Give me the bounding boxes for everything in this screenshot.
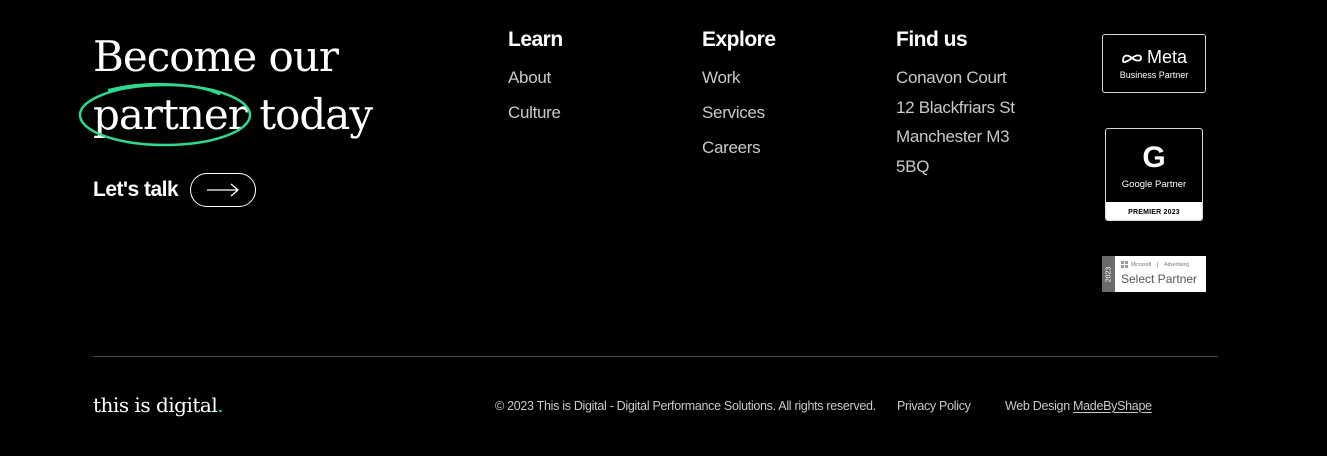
ms-product: Advertising bbox=[1164, 261, 1190, 268]
meta-brand: Meta bbox=[1146, 47, 1188, 67]
find-us-column: Find us Conavon Court 12 Blackfriars St … bbox=[896, 28, 1015, 186]
circled-word: partner bbox=[78, 83, 252, 147]
address-line: Manchester M3 bbox=[896, 127, 1010, 146]
headline-line-2: partner today bbox=[78, 83, 373, 147]
ms-year: 2023 bbox=[1105, 266, 1113, 282]
learn-column: Learn About Culture bbox=[508, 28, 563, 138]
highlight-word: partner bbox=[93, 90, 248, 139]
explore-heading: Explore bbox=[702, 28, 776, 51]
address-line: 5BQ bbox=[896, 156, 930, 176]
ms-brand: Microsoft bbox=[1131, 261, 1152, 268]
microsoft-logo-icon bbox=[1121, 261, 1128, 268]
link-about[interactable]: About bbox=[508, 68, 563, 103]
footer-headline: Become our partner today bbox=[78, 28, 373, 147]
meta-business-partner-badge: Meta Business Partner bbox=[1102, 34, 1206, 93]
google-g-icon: G bbox=[1142, 140, 1166, 174]
link-careers[interactable]: Careers bbox=[702, 138, 776, 173]
meta-logo: Meta bbox=[1121, 47, 1187, 68]
microsoft-select-partner-badge: 2023 Microsoft Advertising Select Partne… bbox=[1102, 256, 1206, 292]
headline-line-2-rest: today bbox=[246, 90, 373, 139]
madebyshape-link[interactable]: MadeByShape bbox=[1073, 399, 1152, 413]
web-design-prefix: Web Design bbox=[1005, 399, 1074, 413]
link-work[interactable]: Work bbox=[702, 68, 776, 103]
link-culture[interactable]: Culture bbox=[508, 103, 563, 138]
privacy-policy-link[interactable]: Privacy Policy bbox=[897, 399, 971, 413]
web-design-credit: Web Design MadeByShape bbox=[1005, 399, 1152, 413]
lets-talk-button[interactable]: Let's talk bbox=[93, 173, 257, 207]
link-services[interactable]: Services bbox=[702, 103, 776, 138]
arrow-right-icon bbox=[190, 173, 257, 207]
ms-partner-name: Select Partner bbox=[1121, 272, 1198, 286]
find-us-heading: Find us bbox=[896, 28, 968, 51]
ms-year-strip: 2023 bbox=[1102, 256, 1115, 292]
headline-line-1: Become our bbox=[93, 32, 339, 81]
meta-subtitle: Business Partner bbox=[1119, 70, 1189, 80]
lets-talk-label: Let's talk bbox=[93, 178, 179, 201]
brand-dot: . bbox=[217, 393, 224, 417]
address-line: 12 Blackfriars St bbox=[896, 97, 1015, 117]
explore-column: Explore Work Services Careers bbox=[702, 28, 776, 173]
learn-heading: Learn bbox=[508, 28, 563, 51]
google-partner-label: Google Partner bbox=[1121, 178, 1187, 190]
brand-name: this is digital bbox=[93, 393, 218, 417]
meta-infinity-icon bbox=[1122, 53, 1142, 63]
google-tier-label: PREMIER 2023 bbox=[1106, 202, 1202, 220]
footer-divider bbox=[93, 356, 1218, 357]
copyright-text: © 2023 This is Digital - Digital Perform… bbox=[495, 399, 876, 413]
address-line: Conavon Court bbox=[896, 68, 1007, 87]
google-partner-badge: G Google Partner PREMIER 2023 bbox=[1105, 128, 1203, 221]
brand-logo[interactable]: this is digital. bbox=[93, 393, 224, 417]
